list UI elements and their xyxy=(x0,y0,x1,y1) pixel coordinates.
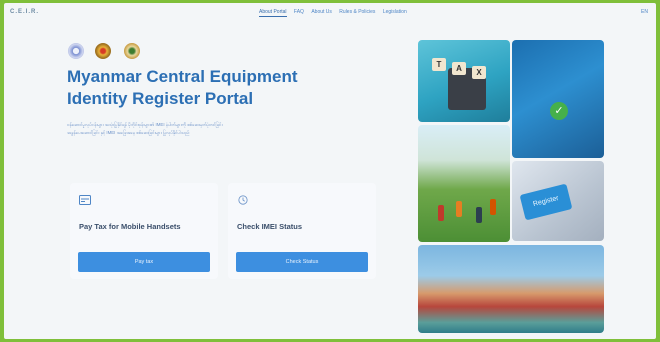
nav-about-us[interactable]: About Us xyxy=(311,9,332,15)
checkmark-icon: ✓ xyxy=(550,102,568,120)
check-imei-card: Check IMEI Status Check Status xyxy=(228,183,376,279)
main-nav: About Portal FAQ About Us Rules & Polici… xyxy=(259,9,413,17)
department-seal-icon xyxy=(124,43,140,59)
tax-calculator-image: T A X xyxy=(418,40,510,122)
page-title-line1: Myanmar Central Equipment xyxy=(67,67,298,86)
farmer-figure xyxy=(456,201,462,217)
farmer-figure xyxy=(476,207,482,223)
farmers-field-image xyxy=(418,125,510,242)
pay-tax-title: Pay Tax for Mobile Handsets xyxy=(79,222,181,231)
ceir-logo[interactable]: C.E.I.R. xyxy=(10,9,39,15)
tax-key-x: X xyxy=(472,66,486,79)
page-title: Myanmar Central Equipment Identity Regis… xyxy=(67,66,397,110)
check-imei-title: Check IMEI Status xyxy=(237,222,303,231)
description-line1: ဝန်ဆောင်မှုလုပ်ငန်းများ အသုံးပြုနိုင်ရန်… xyxy=(67,122,223,127)
check-status-button[interactable]: Check Status xyxy=(236,252,368,272)
nav-legislation[interactable]: Legislation xyxy=(383,9,407,15)
nav-about-portal[interactable]: About Portal xyxy=(259,9,287,17)
description-line2: အခွန်ပေးဆောင်ခြင်း နှင့် IMEI အခြေအနေ စစ… xyxy=(67,130,190,135)
approval-image: ✓ xyxy=(512,40,604,158)
page-title-line2: Identity Register Portal xyxy=(67,89,254,108)
top-bar: C.E.I.R. About Portal FAQ About Us Rules… xyxy=(4,3,656,25)
clock-check-icon xyxy=(238,195,248,205)
page-description: ဝန်ဆောင်မှုလုပ်ငန်းများ အသုံးပြုနိုင်ရန်… xyxy=(67,121,367,137)
portal-screen: C.E.I.R. About Portal FAQ About Us Rules… xyxy=(4,3,656,339)
tax-key-a: A xyxy=(452,62,466,75)
pay-tax-button[interactable]: Pay tax xyxy=(78,252,210,272)
tax-key-t: T xyxy=(432,58,446,71)
language-switch[interactable]: EN xyxy=(641,9,648,15)
nav-faq[interactable]: FAQ xyxy=(294,9,304,15)
festival-crowd-image xyxy=(418,245,604,333)
government-seal-icon xyxy=(95,43,111,59)
register-key: Register xyxy=(519,183,573,221)
farmer-figure xyxy=(438,205,444,221)
pay-tax-card: Pay Tax for Mobile Handsets Pay tax xyxy=(70,183,218,279)
ministry-seal-icon xyxy=(68,43,84,59)
register-keyboard-image: Register xyxy=(512,161,604,241)
farmer-figure xyxy=(490,199,496,215)
phone-card-icon xyxy=(79,195,91,205)
nav-rules-policies[interactable]: Rules & Policies xyxy=(339,9,375,15)
